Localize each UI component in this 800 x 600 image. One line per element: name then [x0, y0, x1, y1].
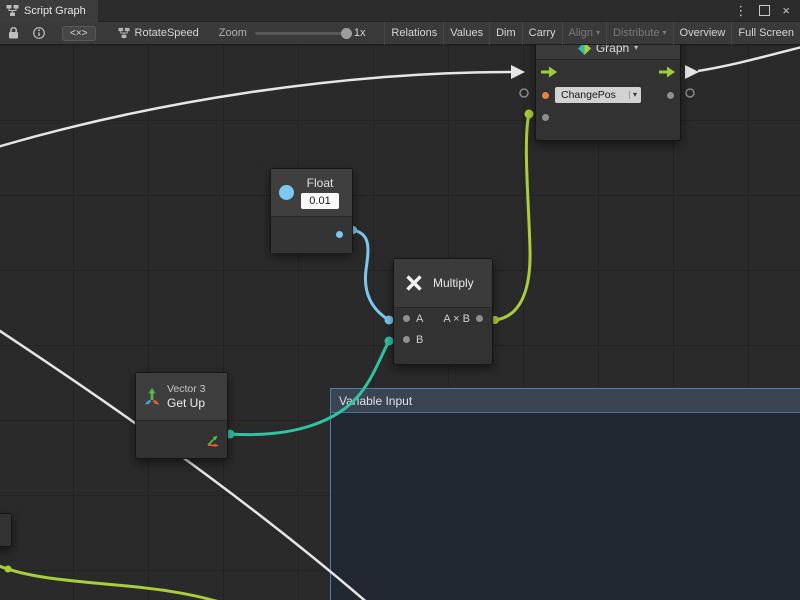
graph-toolbar: <×> RotateSpeed Zoom 1x Relations Values… [0, 22, 800, 45]
event-right-unconnected-port[interactable] [686, 89, 694, 97]
event-right-port[interactable] [667, 92, 674, 99]
event-flow-row [536, 60, 680, 84]
event-dropdown[interactable]: ChangePos ▾ [555, 87, 641, 103]
caret-down-icon: ▾ [629, 91, 637, 99]
toolbar-buttons: Relations Values Dim Carry Align▾ Distri… [384, 22, 800, 45]
vector3-get-up-node[interactable]: Vector 3 Get Up [135, 372, 228, 459]
tab-bar: Script Graph ⋮ × [0, 0, 800, 22]
flow-wire-in-arrow-icon [511, 65, 525, 79]
float-icon [279, 185, 294, 200]
menu-dots-icon[interactable]: ⋮ [734, 3, 747, 19]
float-value-input[interactable]: 0.01 [301, 193, 339, 209]
multiply-node-header[interactable]: Multiply [394, 259, 492, 308]
dim-button[interactable]: Dim [489, 22, 522, 45]
variable-input-header[interactable]: Variable Input [331, 389, 800, 413]
multiply-to-event-wire [495, 114, 530, 320]
caret-down-icon: ▾ [663, 29, 667, 37]
vector-node-body [136, 421, 227, 459]
event-arg-row [536, 106, 680, 128]
vector-node-title: Get Up [167, 396, 206, 410]
overview-button[interactable]: Overview [673, 22, 732, 45]
event-value-input-port[interactable] [525, 110, 534, 119]
graph-name-label: RotateSpeed [135, 27, 199, 39]
vector-node-type: Vector 3 [167, 383, 206, 395]
zoom-label: Zoom [219, 27, 247, 39]
graph-asset-icon [118, 27, 130, 39]
flow-wire-out-arrow-icon [685, 65, 699, 79]
graph-breadcrumb[interactable]: RotateSpeed [118, 27, 199, 39]
multiply-row-b: B [394, 329, 492, 350]
event-name-port[interactable] [542, 92, 549, 99]
flow-wire-out [698, 46, 800, 71]
bottom-left-wire-port[interactable] [5, 566, 12, 573]
multiply-node-title: Multiply [433, 276, 474, 290]
distribute-button[interactable]: Distribute▾ [606, 22, 672, 45]
carry-button[interactable]: Carry [522, 22, 562, 45]
multiply-node[interactable]: Multiply A A × B B [393, 258, 493, 365]
tab-title: Script Graph [24, 5, 86, 17]
multiply-row-a: A A × B [394, 308, 492, 329]
float-node[interactable]: Float 0.01 [270, 168, 353, 253]
background-wire [0, 327, 370, 600]
event-dropdown-row: ChangePos ▾ [536, 84, 680, 106]
zoom-value: 1x [354, 27, 366, 39]
code-view-button[interactable]: <×> [62, 26, 96, 41]
relations-button[interactable]: Relations [384, 22, 443, 45]
tab-script-graph[interactable]: Script Graph [0, 0, 98, 22]
window-controls: ⋮ × [734, 3, 800, 19]
event-node[interactable]: Graph ▾ ChangePos ▾ [535, 45, 681, 141]
event-dropdown-value: ChangePos [561, 89, 616, 101]
fullscreen-button[interactable]: Full Screen [731, 22, 800, 45]
info-icon[interactable] [32, 26, 46, 40]
close-icon[interactable]: × [782, 3, 790, 18]
multiply-output-inner-port[interactable] [476, 315, 483, 322]
caret-down-icon: ▾ [634, 45, 638, 52]
event-left-unconnected-port[interactable] [520, 89, 528, 97]
script-graph-icon [6, 4, 19, 17]
vector3-icon [143, 388, 161, 405]
values-button[interactable]: Values [443, 22, 489, 45]
vector-node-header[interactable]: Vector 3 Get Up [136, 373, 227, 421]
event-node-title: Graph [596, 45, 629, 55]
maximize-icon[interactable] [759, 5, 770, 16]
zoom-slider-knob[interactable] [341, 28, 352, 39]
variable-input-panel: Variable Input [330, 388, 800, 600]
clipped-node[interactable] [0, 513, 12, 547]
bottom-left-wire [0, 564, 235, 600]
multiply-output-label: A × B [443, 313, 470, 325]
lock-icon[interactable] [7, 26, 20, 40]
float-node-title: Float [307, 176, 334, 190]
multiply-b-inner-port[interactable] [403, 336, 410, 343]
unity-script-graph-window: Script Graph ⋮ × <×> [0, 0, 800, 600]
float-node-body [271, 217, 352, 253]
flow-out-arrow-icon[interactable] [659, 66, 675, 78]
graph-canvas[interactable]: Variable Input [0, 45, 800, 600]
flow-in-arrow-icon[interactable] [541, 66, 557, 78]
multiply-icon [404, 273, 424, 293]
align-button[interactable]: Align▾ [562, 22, 606, 45]
multiply-a-inner-port[interactable] [403, 315, 410, 322]
caret-down-icon: ▾ [596, 29, 600, 37]
float-node-header[interactable]: Float 0.01 [271, 169, 352, 217]
multiply-b-label: B [416, 334, 423, 346]
axis-gizmo-icon[interactable] [206, 434, 220, 447]
variable-input-title: Variable Input [339, 394, 412, 408]
float-inner-output-port[interactable] [336, 231, 343, 238]
event-arg-port[interactable] [542, 114, 549, 121]
float-to-multiply-wire [353, 230, 389, 320]
graph-node-icon [578, 45, 591, 55]
flow-wire-in [0, 72, 511, 148]
event-node-header[interactable]: Graph ▾ [536, 45, 680, 60]
multiply-a-label: A [416, 313, 423, 325]
zoom-slider[interactable] [255, 32, 350, 35]
zoom-control: Zoom 1x [219, 27, 366, 39]
